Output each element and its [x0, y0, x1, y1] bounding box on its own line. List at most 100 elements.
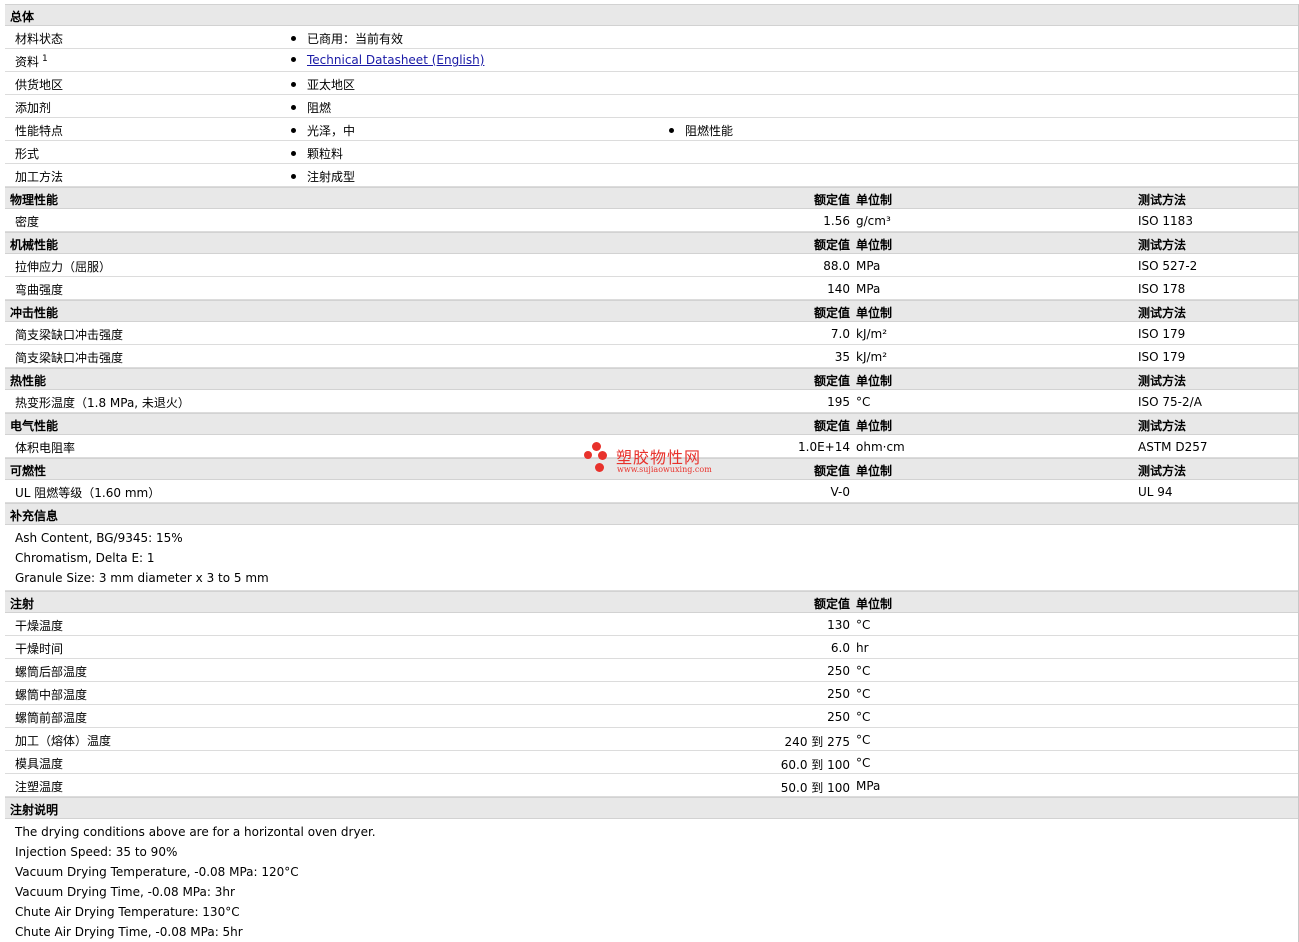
row-label: 热变形温度（1.8 MPa, 未退火） — [15, 396, 190, 410]
bullet-text: 光泽，中 — [307, 124, 356, 138]
watermark-logo: 塑胶物性网 www.sujiaowuxing.com — [584, 442, 724, 478]
bullet-value: 阻燃 — [291, 99, 331, 116]
bullet-icon — [291, 82, 296, 87]
injection-row: 螺筒中部温度 250 °C — [5, 682, 1298, 705]
note-line: Injection Speed: 35 to 90% — [5, 842, 1298, 862]
col-header-value: 额定值 — [813, 597, 850, 611]
section-header-injection-notes: 注射说明 — [5, 797, 1298, 819]
row-label-text: 资料 — [15, 55, 40, 69]
row-label: 供货地区 — [15, 78, 64, 92]
row-test: UL 94 — [1138, 485, 1173, 499]
row-label: 干燥时间 — [15, 642, 64, 656]
row-unit: kJ/m² — [856, 327, 888, 341]
datasheet-link[interactable]: Technical Datasheet (English) — [307, 53, 484, 67]
note-line: Chromatism, Delta E: 1 — [5, 548, 1298, 568]
row-unit: °C — [856, 687, 871, 701]
bullet-value: 光泽，中 — [291, 122, 355, 139]
row-label: 形式 — [15, 147, 40, 161]
section-title: 注射说明 — [10, 803, 59, 817]
col-header-value: 额定值 — [813, 419, 850, 433]
note-text: Ash Content, BG/9345: 15% — [15, 531, 183, 545]
col-header-unit: 单位制 — [856, 238, 893, 252]
bullet-value: Technical Datasheet (English) — [291, 53, 484, 67]
col-header-unit: 单位制 — [856, 374, 893, 388]
note-line: Ash Content, BG/9345: 15% — [5, 528, 1298, 548]
row-value: 1.56 — [823, 214, 850, 228]
bullet-text: 阻燃性能 — [685, 124, 734, 138]
row-label: UL 阻燃等级（1.60 mm） — [15, 486, 161, 500]
row-value: 1.0E+14 — [798, 440, 850, 454]
col-header-value: 额定值 — [813, 238, 850, 252]
row-label: 体积电阻率 — [15, 441, 76, 455]
section-thermal: 热性能 额定值 单位制 测试方法 热变形温度（1.8 MPa, 未退火） 195… — [5, 368, 1298, 413]
row-value: 130 — [827, 618, 850, 632]
note-text: Injection Speed: 35 to 90% — [15, 845, 178, 859]
row-label: 添加剂 — [15, 101, 52, 115]
row-label: 资料 1 — [15, 53, 48, 70]
note-text: Chute Air Drying Time, -0.08 MPa: 5hr — [15, 925, 243, 939]
row-unit: °C — [856, 395, 871, 409]
row-label: 简支梁缺口冲击强度 — [15, 328, 124, 342]
section-header: 热性能 额定值 单位制 测试方法 — [5, 368, 1298, 390]
col-header-test: 测试方法 — [1138, 419, 1187, 433]
bullet-text: 颗粒料 — [307, 147, 344, 161]
section-header: 冲击性能 额定值 单位制 测试方法 — [5, 300, 1298, 322]
row-unit: MPa — [856, 259, 881, 273]
note-text: Granule Size: 3 mm diameter x 3 to 5 mm — [15, 571, 269, 585]
row-unit: ohm·cm — [856, 440, 905, 454]
row-label: 弯曲强度 — [15, 283, 64, 297]
section-mechanical: 机械性能 额定值 单位制 测试方法 拉伸应力（屈服） 88.0 MPa ISO … — [5, 232, 1298, 300]
row-value: 6.0 — [830, 641, 850, 655]
row-value: 240 到 275 — [784, 735, 850, 749]
property-row: 密度 1.56 g/cm³ ISO 1183 — [5, 209, 1298, 232]
logo-dot-icon — [595, 463, 604, 472]
note-text: Chute Air Drying Temperature: 130°C — [15, 905, 240, 919]
general-row: 加工方法 注射成型 — [5, 164, 1298, 187]
bullet-value: 阻燃性能 — [669, 122, 733, 139]
col-header-unit: 单位制 — [856, 419, 893, 433]
row-label: 拉伸应力（屈服） — [15, 260, 112, 274]
bullet-text: 亚太地区 — [307, 78, 356, 92]
section-physical: 物理性能 额定值 单位制 测试方法 密度 1.56 g/cm³ ISO 1183 — [5, 187, 1298, 232]
row-value: 35 — [834, 350, 850, 364]
row-value: 250 — [827, 664, 850, 678]
row-unit: °C — [856, 733, 871, 747]
section-title: 物理性能 — [10, 193, 59, 207]
bullet-icon — [291, 36, 296, 41]
row-label: 材料状态 — [15, 32, 64, 46]
col-header-unit: 单位制 — [856, 193, 893, 207]
general-row: 性能特点 光泽，中 阻燃性能 — [5, 118, 1298, 141]
general-row: 资料 1 Technical Datasheet (English) — [5, 49, 1298, 72]
note-line: The drying conditions above are for a ho… — [5, 822, 1298, 842]
bullet-icon — [291, 128, 296, 133]
row-test: ISO 178 — [1138, 282, 1186, 296]
section-title: 总体 — [10, 10, 35, 24]
section-header-injection: 注射 额定值 单位制 — [5, 591, 1298, 613]
row-unit: °C — [856, 756, 871, 770]
injection-notes: The drying conditions above are for a ho… — [5, 819, 1298, 942]
col-header-value: 额定值 — [813, 306, 850, 320]
injection-row: 干燥温度 130 °C — [5, 613, 1298, 636]
bullet-value: 亚太地区 — [291, 76, 355, 93]
logo-dot-icon — [598, 451, 607, 460]
row-value: 7.0 — [830, 327, 850, 341]
note-line: Chute Air Drying Time, -0.08 MPa: 5hr — [5, 922, 1298, 942]
row-unit: g/cm³ — [856, 214, 891, 228]
row-label: 性能特点 — [15, 124, 64, 138]
col-header-unit: 单位制 — [856, 464, 893, 478]
row-value: 195 — [827, 395, 850, 409]
col-header-value: 额定值 — [813, 193, 850, 207]
row-label: 螺筒中部温度 — [15, 688, 88, 702]
section-title: 可燃性 — [10, 464, 47, 478]
section-title: 机械性能 — [10, 238, 59, 252]
bullet-value: 颗粒料 — [291, 145, 343, 162]
row-test: ISO 75-2/A — [1138, 395, 1202, 409]
row-unit: °C — [856, 710, 871, 724]
row-test: ISO 179 — [1138, 327, 1186, 341]
row-label: 模具温度 — [15, 757, 64, 771]
row-value: V-0 — [830, 485, 850, 499]
note-line: Chute Air Drying Temperature: 130°C — [5, 902, 1298, 922]
watermark-url: www.sujiaowuxing.com — [617, 465, 712, 474]
row-unit: MPa — [856, 282, 881, 296]
col-header-test: 测试方法 — [1138, 193, 1187, 207]
